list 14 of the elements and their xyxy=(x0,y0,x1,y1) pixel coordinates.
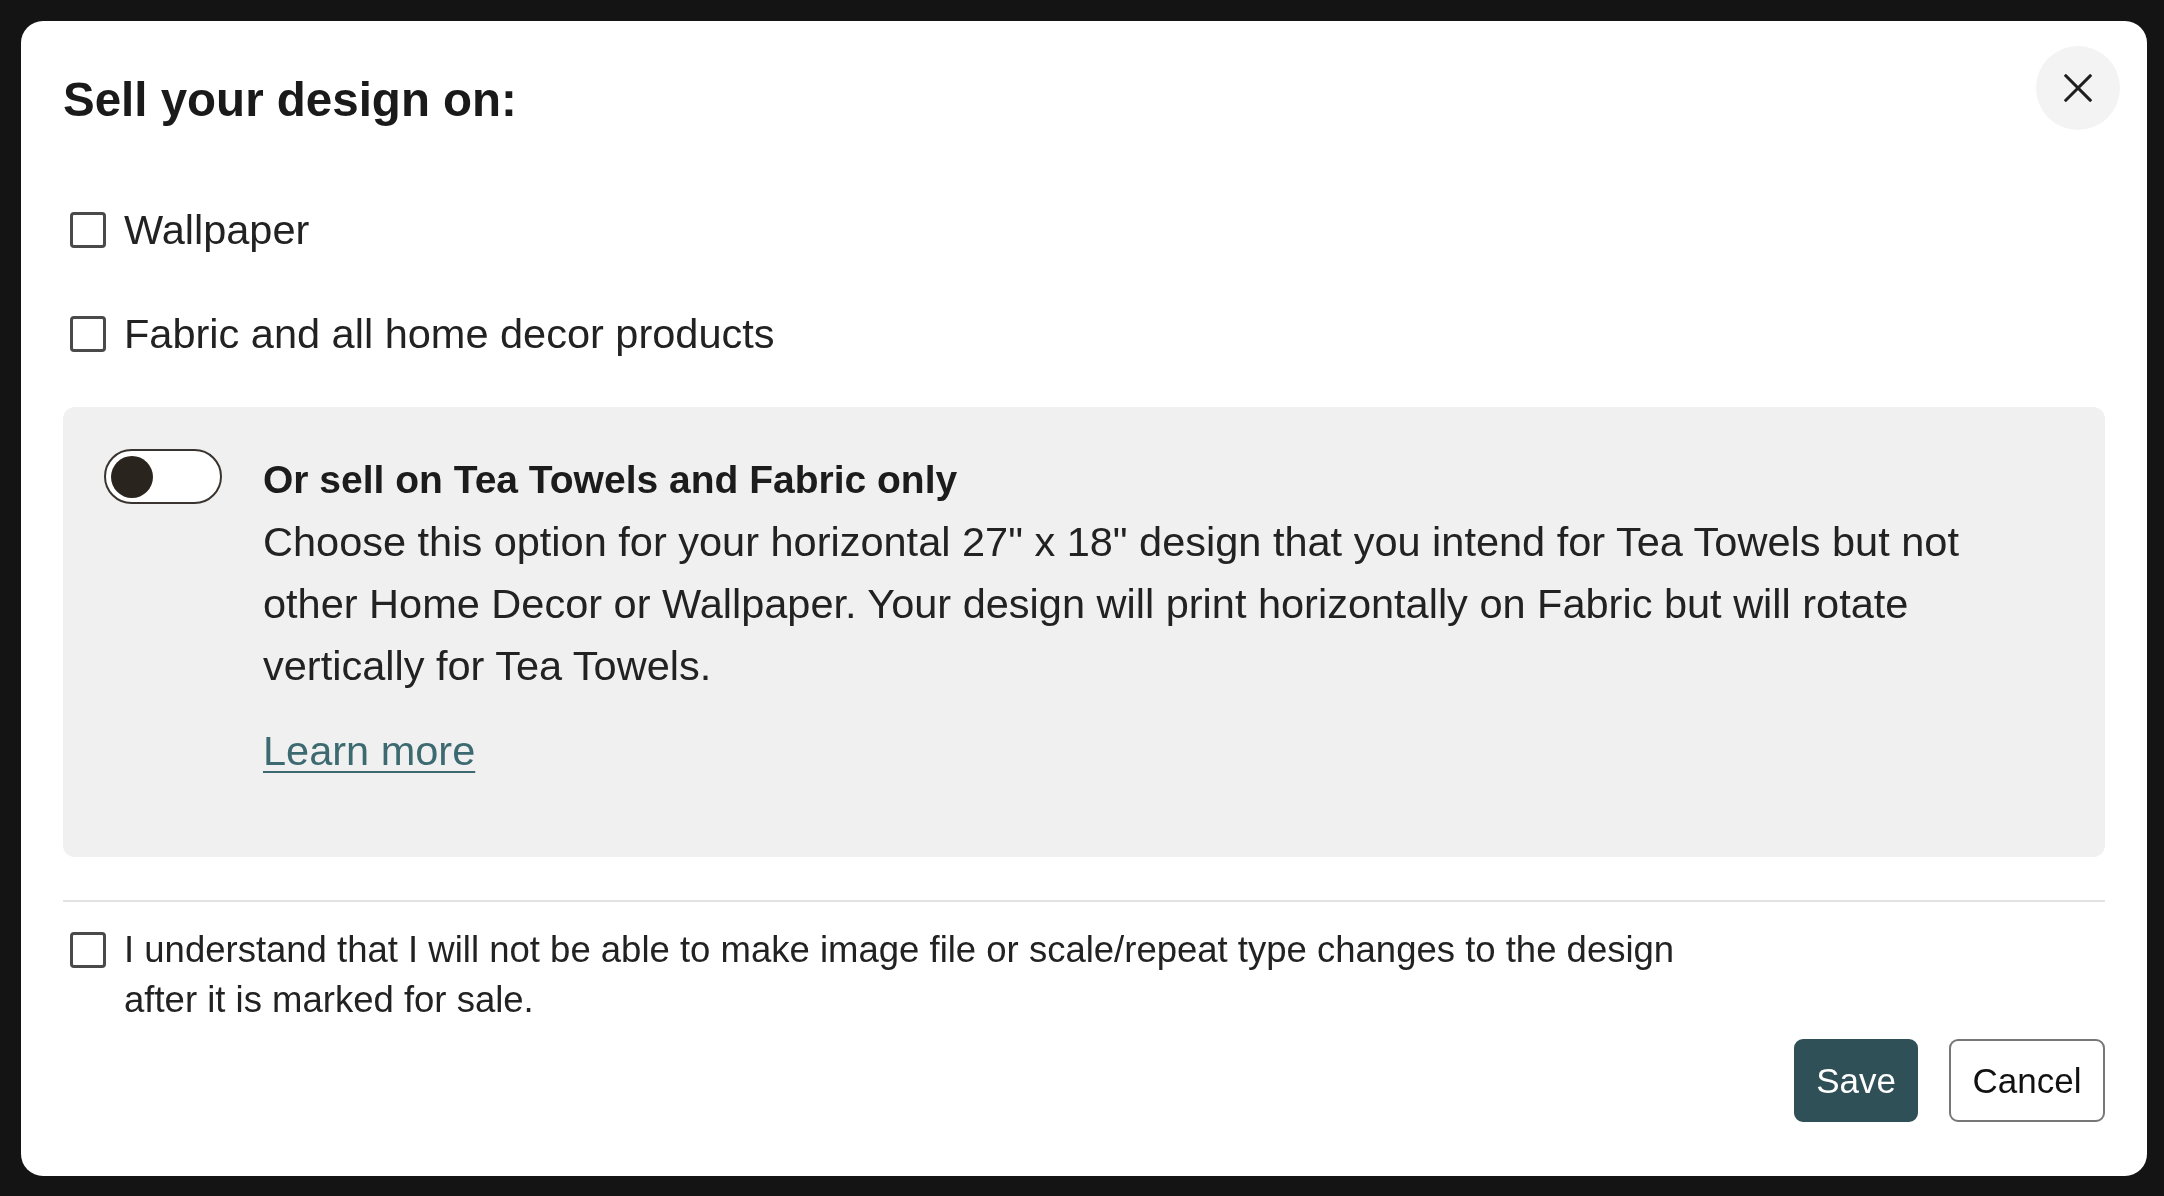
option-title: Or sell on Tea Towels and Fabric only xyxy=(263,457,959,503)
checkbox[interactable] xyxy=(70,316,106,352)
option-description: Choose this option for your horizontal 27" x 18" design that you intend for Tea Towels but not other Home Decor or Wallpaper. Your design will print horizontally on Fabric but will rotate vertically for Tea Towels. xyxy=(263,517,1960,691)
checkbox-label: Fabric and all home decor products xyxy=(124,309,775,359)
agreement-label: I understand that I will not be able to make image file or scale/repeat type changes to the design after it is marked for sale. xyxy=(124,928,1676,1022)
close-icon xyxy=(2064,74,2092,102)
checkbox[interactable] xyxy=(70,212,106,248)
dialog-title: Sell your design on: xyxy=(63,72,517,128)
cancel-button[interactable]: Cancel xyxy=(1949,1039,2105,1122)
checkbox[interactable] xyxy=(70,932,106,968)
toggle-switch[interactable] xyxy=(104,449,222,504)
checkbox-label: Wallpaper xyxy=(124,205,310,255)
learn-more-link[interactable]: Learn more xyxy=(263,720,476,782)
save-button[interactable]: Save xyxy=(1794,1039,1918,1122)
